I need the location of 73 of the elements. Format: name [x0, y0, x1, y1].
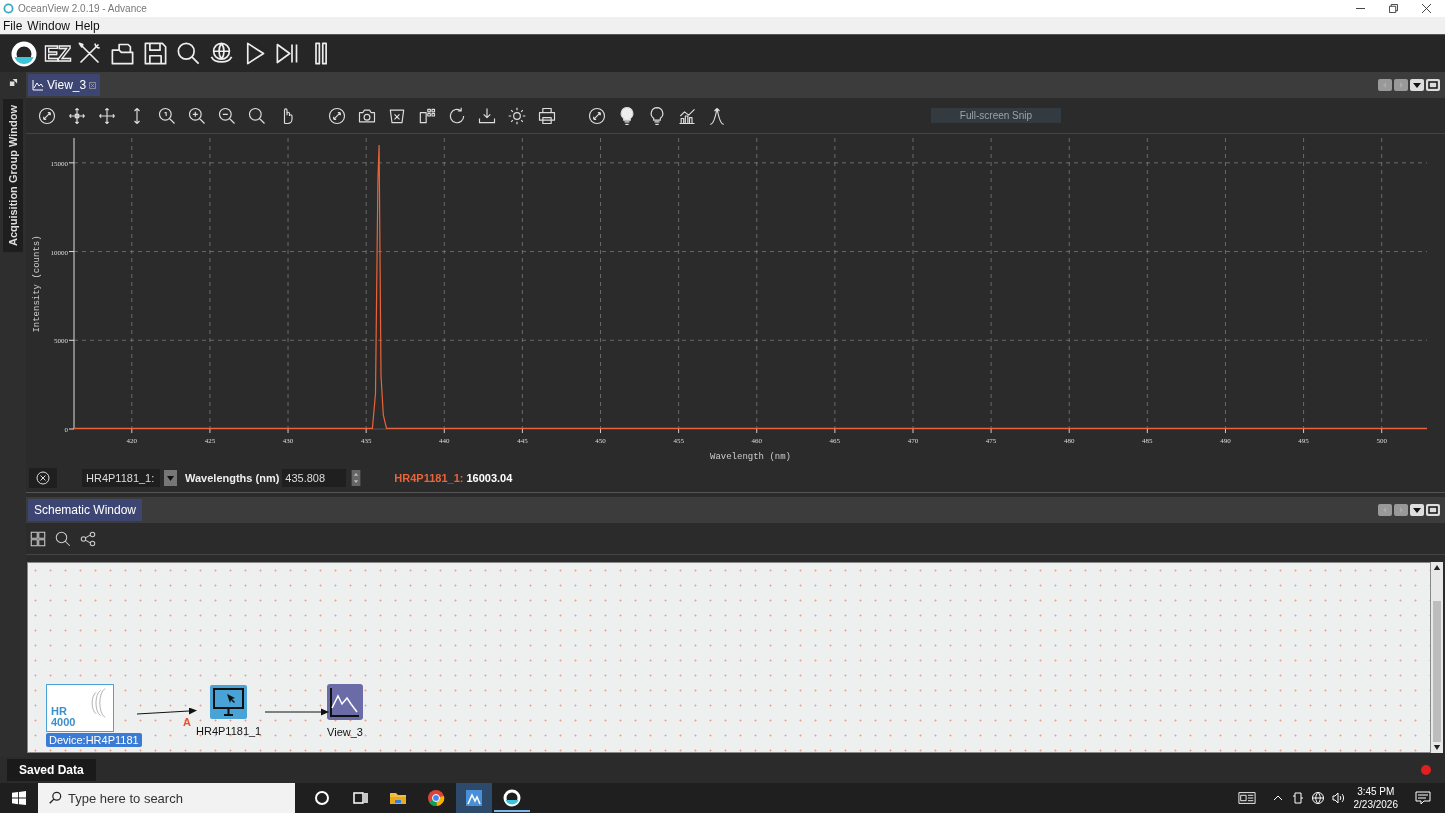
device-dropdown[interactable]: HR4P1181_1: [82, 469, 160, 487]
zoom-out-icon[interactable] [217, 105, 237, 126]
clock-date[interactable]: 2/23/2026 [1353, 798, 1398, 811]
speaker-icon[interactable] [1330, 791, 1345, 805]
dropdown-icon[interactable] [1410, 504, 1424, 516]
refresh-icon[interactable] [447, 105, 467, 126]
scroll-up-icon[interactable] [1433, 564, 1441, 571]
saved-data-tab[interactable]: Saved Data [7, 759, 96, 781]
connector-arrow [265, 708, 329, 716]
close-icon [36, 471, 50, 485]
peak-icon[interactable] [707, 105, 727, 126]
chrome-icon[interactable] [426, 788, 446, 808]
menu-item[interactable]: Help [75, 18, 100, 33]
menu-item[interactable]: Window [27, 18, 71, 33]
schematic-tab[interactable]: Schematic Window [28, 499, 143, 521]
zoom-fit-icon[interactable] [327, 105, 347, 126]
gear-icon[interactable] [507, 105, 527, 126]
ez-button[interactable]: EZ [44, 40, 71, 67]
search-icon [48, 791, 62, 805]
device-icon[interactable] [1290, 791, 1305, 805]
monitor-node[interactable] [210, 685, 248, 719]
cortana-icon[interactable] [312, 788, 332, 808]
snip-label: Full-screen Snip [931, 108, 1061, 123]
x-axis-title: Wavelength (nm) [710, 452, 791, 462]
search-icon[interactable] [247, 105, 267, 126]
start-icon[interactable] [12, 791, 26, 805]
side-tab[interactable]: Acquisition Group Window [3, 99, 23, 253]
device-model: HR 4000 [50, 706, 76, 730]
restore-icon[interactable] [1389, 4, 1398, 13]
wavelength-label: Wavelengths (nm) [185, 472, 280, 484]
zoom-icon[interactable] [157, 105, 177, 126]
notification-icon[interactable] [1415, 790, 1431, 806]
app-logo-icon [3, 3, 14, 14]
app-icon[interactable] [456, 783, 492, 813]
search-icon[interactable] [54, 529, 72, 548]
globe-icon[interactable] [1310, 791, 1325, 805]
clear-button[interactable] [29, 468, 57, 488]
zoom-fit-icon[interactable] [587, 105, 607, 126]
search-field[interactable]: Type here to search [38, 783, 295, 813]
wavelength-input[interactable]: 435.808 [282, 469, 347, 487]
zoom-fit-icon[interactable] [37, 105, 57, 126]
pan-icon[interactable] [67, 105, 87, 126]
app-logo-icon[interactable] [10, 39, 38, 68]
clock-time[interactable]: 3:45 PM [1357, 785, 1395, 798]
scrollbar[interactable] [1431, 562, 1443, 753]
zoom-in-icon[interactable] [187, 105, 207, 126]
scroll-down-icon[interactable] [1433, 744, 1441, 751]
record-indicator-icon [1421, 765, 1431, 775]
move-icon[interactable] [97, 105, 117, 126]
spinner-icon[interactable] [350, 470, 363, 486]
window-title: OceanView 2.0.19 - Advance [18, 3, 147, 14]
news-icon[interactable] [1237, 791, 1256, 805]
maximize-icon[interactable] [1426, 79, 1440, 91]
node-label: HR4P1181_1 [196, 725, 262, 737]
dropdown-icon[interactable] [1410, 79, 1424, 91]
graph-node[interactable] [327, 684, 363, 720]
share-icon[interactable] [79, 529, 97, 548]
chart-icon [32, 79, 44, 91]
view-tab[interactable]: View_3 [28, 74, 101, 96]
port-label: A [183, 716, 191, 728]
y-axis-title: Intensity (counts) [32, 235, 42, 333]
series-label: HR4P1181_1: [394, 472, 464, 484]
menu-item[interactable]: File [3, 18, 23, 33]
node-label: View_3 [327, 726, 363, 738]
intensity-value: 16003.04 [466, 472, 513, 484]
connector-arrow [137, 708, 197, 716]
maximize-icon[interactable] [1426, 504, 1440, 516]
device-caption: Device:HR4P1181 [46, 733, 142, 747]
grid-icon[interactable] [29, 529, 47, 548]
printer-icon[interactable] [537, 105, 557, 126]
spectrometer-node[interactable]: HR 4000 [46, 684, 114, 732]
close-icon[interactable] [1422, 4, 1431, 13]
restore-icon[interactable] [8, 78, 18, 87]
